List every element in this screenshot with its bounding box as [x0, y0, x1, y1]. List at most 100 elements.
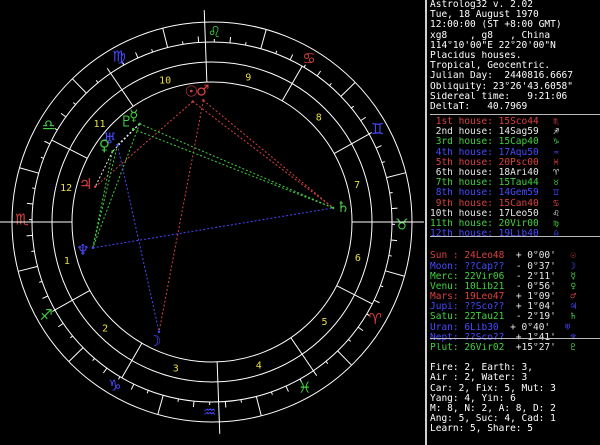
degree-tick — [135, 52, 139, 59]
degree-tick — [380, 285, 384, 288]
house-label: 1st house: — [430, 117, 493, 128]
planet-declination: +15°27' — [515, 343, 568, 353]
header-line: 12:00:00 (ST +8:00 GMT) — [430, 20, 562, 31]
planet-glyph-icon: ♅ — [564, 322, 571, 333]
zodiac-sign-icon: ♓ — [553, 157, 559, 168]
header-line: Obliquity: 23°26'43.6058" — [430, 81, 573, 92]
degree-tick — [162, 28, 169, 48]
planet-row: Mars: 19Leo47 + 1°09' ♂ — [430, 292, 600, 302]
house-number: 5 — [322, 317, 328, 328]
house-label: 12th house: — [430, 229, 493, 240]
stat-line: Car: 2, Fix: 5, Mut: 3 — [430, 383, 556, 394]
house-row: 9th house: 15Can40 ♋ — [430, 199, 600, 209]
planet-name: Sun : — [430, 251, 459, 262]
house-row: 7th house: 15Tau44 ♉ — [430, 178, 600, 188]
house-row: 5th house: 20Psc00 ♓ — [430, 158, 600, 168]
planet-name: Moon: — [430, 261, 459, 272]
degree-tick — [146, 390, 149, 394]
degree-tick — [26, 202, 33, 205]
house-label: 9th house: — [430, 198, 493, 209]
planet-declination: - 2°11' — [515, 271, 568, 282]
degree-tick — [325, 361, 329, 364]
planet-plut-icon: ♇ — [120, 112, 133, 130]
zodiac-sign-icon: ♌ — [208, 23, 221, 41]
degree-tick — [312, 370, 318, 376]
element-stats: Fire: 2, Earth: 3, Air : 2, Water: 3 Car: … — [430, 363, 600, 434]
planet-moon-icon: ☽ — [148, 332, 161, 350]
zodiac-sign-icon: ♎ — [42, 116, 55, 134]
house-row: 3rd house: 15Cap40 ♑ — [430, 137, 600, 147]
zodiac-sign-icon: ♓ — [298, 379, 311, 397]
planet-declination: - 0°37' — [515, 261, 568, 272]
planet-position: 22Tau21 — [458, 312, 516, 323]
planet-row: Satu: 22Tau21 - 2°19' ♄ — [430, 312, 600, 322]
zodiac-sign-icon: ♐ — [40, 306, 53, 324]
degree-tick — [289, 54, 294, 61]
planet-dot — [138, 122, 141, 125]
house-position: 17Leo50 — [492, 208, 551, 219]
house-position: 20Vir00 — [492, 218, 551, 229]
zodiac-sign-icon: ♊ — [553, 188, 559, 199]
planet-declination: + 0°40' — [510, 322, 562, 333]
house-row: 6th house: 18Ari40 ♈ — [430, 168, 600, 178]
house-number: 10 — [159, 75, 171, 86]
house-row: 1st house: 15Sco44 ♏ — [430, 117, 600, 127]
planet-declination: - 2°19' — [515, 312, 568, 323]
house-ring — [51, 61, 373, 383]
house-cusp-line — [54, 289, 91, 311]
house-position: 20Psc00 — [492, 157, 551, 168]
planet-row: Moon: ??Cap?? - 0°37' ☽ — [430, 262, 600, 272]
zodiac-sign-icon: ♉ — [553, 178, 559, 189]
planet-glyph-icon: ♇ — [570, 343, 577, 353]
house-number: 4 — [256, 361, 262, 372]
zodiac-sign-icon: ♑ — [108, 376, 121, 394]
zodiac-sign-icon: ♏ — [15, 211, 29, 229]
zodiac-sign-icon: ♍ — [553, 218, 559, 229]
planet-position: 10Lib21 — [458, 281, 516, 292]
degree-tick — [177, 398, 179, 402]
house-position: 15Sco44 — [492, 117, 551, 128]
planet-declination: + 1°09' — [515, 292, 568, 303]
degree-tick — [391, 239, 398, 242]
planet-name: Jupi: — [430, 302, 459, 313]
degree-tick — [42, 295, 49, 299]
degree-tick — [102, 367, 108, 374]
header-line: Julian Day: 2440816.6667 — [430, 71, 573, 82]
house-list: 1st house: 15Sco44 ♏ 2nd house: 14Sag59 … — [430, 117, 600, 239]
degree-tick — [348, 339, 352, 342]
planet-dot — [111, 150, 114, 153]
degree-tick — [375, 145, 382, 149]
stat-line: Fire: 2, Earth: 3, — [430, 363, 533, 374]
planet-name: Plut: — [430, 343, 459, 353]
planet-declination: - 0°56' — [515, 281, 568, 292]
zodiac-sign-icon: ♒ — [553, 147, 559, 158]
degree-tick — [385, 270, 405, 277]
degree-tick — [275, 50, 278, 54]
planet-dot — [93, 185, 97, 189]
planet-glyph-icon: ♄ — [570, 312, 577, 323]
house-label: 2nd house: — [430, 127, 493, 138]
planet-uran-icon: ♅ — [103, 130, 116, 148]
planet-markers: ☉♂☿♀♇♅♃♆☽♄ — [76, 81, 350, 350]
degree-tick — [351, 105, 354, 109]
planet-name: Mars: — [430, 292, 459, 303]
house-number: 6 — [355, 253, 361, 264]
degree-tick — [316, 70, 322, 77]
degree-tick — [95, 80, 99, 83]
planet-jupi-icon: ♃ — [79, 175, 92, 193]
house-label: 10th house: — [430, 208, 493, 219]
planet-position: 22Vir06 — [458, 271, 516, 282]
house-position: 14Sag59 — [492, 127, 551, 138]
planet-dot — [191, 100, 194, 103]
house-label: 6th house: — [430, 168, 493, 178]
aspect-line — [139, 123, 334, 209]
house-numbers: 123 456789101112 — [60, 72, 361, 374]
planet-row: Jupi: ??Sco?? + 1°04' ♃ — [430, 302, 600, 312]
planet-glyph-icon: ♂ — [570, 292, 577, 303]
degree-tick — [130, 383, 135, 390]
house-number: 12 — [60, 183, 72, 194]
house-position: 15Can40 — [492, 198, 551, 209]
planet-position: 26Vir02 — [458, 343, 516, 353]
stat-line: Air : 2, Water: 3 — [430, 373, 528, 384]
stat-line: Ang: 5, Suc: 4, Cad: 1 — [430, 414, 556, 425]
